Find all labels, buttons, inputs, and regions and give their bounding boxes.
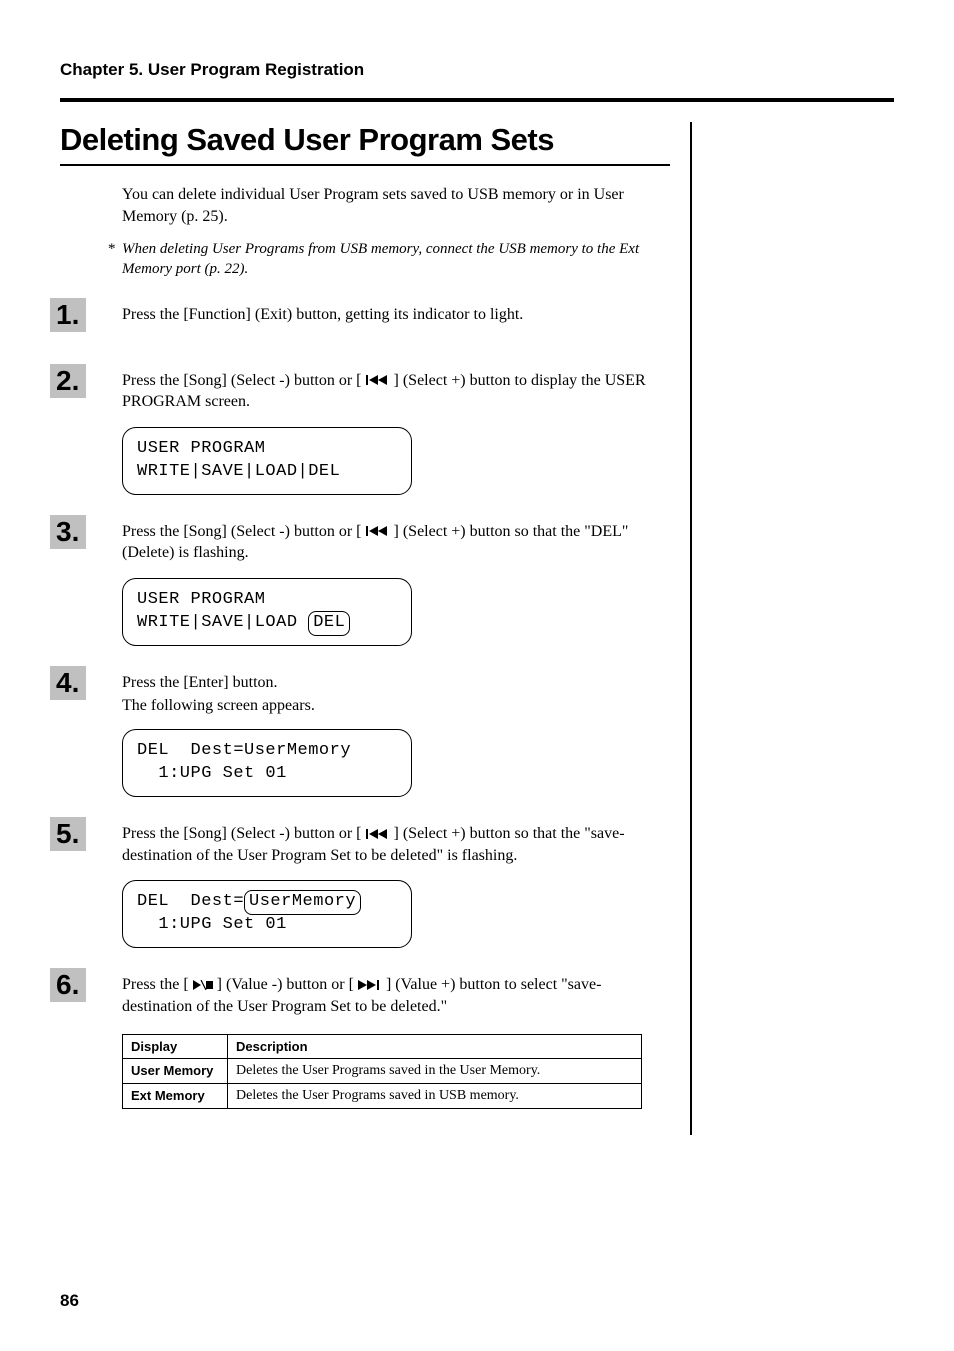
lcd-screen: DEL Dest=UserMemory 1:UPG Set 01 bbox=[122, 880, 412, 948]
step-text-pre: Press the [Song] (Select -) button or [ bbox=[122, 523, 366, 540]
table-cell-display: Ext Memory bbox=[123, 1083, 228, 1108]
lcd-line-2: 1:UPG Set 01 bbox=[137, 763, 397, 786]
asterisk-icon: * bbox=[108, 239, 116, 259]
step-4: 4. Press the [Enter] button. The followi… bbox=[60, 672, 670, 797]
step-number-text: 2. bbox=[50, 364, 79, 397]
divider-top bbox=[60, 98, 894, 102]
lcd-highlight: UserMemory bbox=[244, 890, 361, 915]
step-text: Press the [Enter] button. bbox=[122, 672, 670, 694]
lcd-highlight: DEL bbox=[308, 611, 350, 636]
step-text: Press the [Song] (Select -) button or [ … bbox=[122, 521, 670, 564]
lcd-line-2: 1:UPG Set 01 bbox=[137, 914, 397, 937]
table-cell-description: Deletes the User Programs saved in the U… bbox=[228, 1058, 642, 1083]
step-number-badge: 6. bbox=[50, 968, 90, 1006]
note-text: * When deleting User Programs from USB m… bbox=[122, 239, 670, 280]
step-2: 2. Press the [Song] (Select -) button or… bbox=[60, 370, 670, 495]
step-6: 6. Press the [ ] (Value -) button or [ ]… bbox=[60, 974, 670, 1108]
lcd-line-1: DEL Dest=UserMemory bbox=[137, 740, 397, 763]
step-text-pre: Press the [Song] (Select -) button or [ bbox=[122, 372, 366, 389]
lcd-part: WRITE|SAVE|LOAD bbox=[137, 613, 298, 632]
table-header-description: Description bbox=[228, 1034, 642, 1058]
lcd-line-1: USER PROGRAM bbox=[137, 589, 397, 612]
step-1: 1. Press the [Function] (Exit) button, g… bbox=[60, 304, 670, 344]
step-number-text: 4. bbox=[50, 666, 79, 699]
lcd-line-1: DEL Dest=UserMemory bbox=[137, 891, 397, 914]
table-header-row: Display Description bbox=[123, 1034, 642, 1058]
table-row: User Memory Deletes the User Programs sa… bbox=[123, 1058, 642, 1083]
lcd-line-2: WRITE|SAVE|LOAD|DEL bbox=[137, 461, 397, 484]
content-wrap: Deleting Saved User Program Sets You can… bbox=[60, 122, 894, 1135]
step-number-badge: 1. bbox=[50, 298, 90, 336]
step-text: Press the [Song] (Select -) button or [ … bbox=[122, 823, 670, 866]
intro-text: You can delete individual User Program s… bbox=[122, 184, 670, 227]
rewind-icon bbox=[366, 375, 390, 385]
section-title: Deleting Saved User Program Sets bbox=[60, 122, 670, 166]
main-column: Deleting Saved User Program Sets You can… bbox=[60, 122, 670, 1135]
step-text-pre: Press the [Song] (Select -) button or [ bbox=[122, 825, 366, 842]
step-number-badge: 3. bbox=[50, 515, 90, 553]
table-row: Ext Memory Deletes the User Programs sav… bbox=[123, 1083, 642, 1108]
step-number-text: 5. bbox=[50, 817, 79, 850]
step-text-pre: Press the [ bbox=[122, 976, 193, 993]
lcd-line-2: WRITE|SAVE|LOAD DEL bbox=[137, 612, 397, 635]
step-number-badge: 2. bbox=[50, 364, 90, 402]
lcd-screen: DEL Dest=UserMemory 1:UPG Set 01 bbox=[122, 729, 412, 797]
description-table: Display Description User Memory Deletes … bbox=[122, 1034, 642, 1109]
lcd-line-1: USER PROGRAM bbox=[137, 438, 397, 461]
lcd-screen: USER PROGRAM WRITE|SAVE|LOAD DEL bbox=[122, 578, 412, 646]
step-3: 3. Press the [Song] (Select -) button or… bbox=[60, 521, 670, 646]
step-number-badge: 4. bbox=[50, 666, 90, 704]
rewind-icon bbox=[366, 526, 390, 536]
step-number-text: 3. bbox=[50, 515, 79, 548]
step-number-badge: 5. bbox=[50, 817, 90, 855]
step-number-text: 6. bbox=[50, 968, 79, 1001]
step-5: 5. Press the [Song] (Select -) button or… bbox=[60, 823, 670, 948]
table-header-display: Display bbox=[123, 1034, 228, 1058]
fast-forward-icon bbox=[358, 980, 382, 990]
vertical-divider bbox=[690, 122, 692, 1135]
step-text-mid: ] (Value -) button or [ bbox=[213, 976, 358, 993]
table-cell-description: Deletes the User Programs saved in USB m… bbox=[228, 1083, 642, 1108]
page-number: 86 bbox=[60, 1291, 79, 1311]
chapter-header: Chapter 5. User Program Registration bbox=[60, 60, 894, 80]
step-number-text: 1. bbox=[50, 298, 79, 331]
step-subtext: The following screen appears. bbox=[122, 697, 670, 715]
step-text: Press the [Function] (Exit) button, gett… bbox=[122, 304, 670, 326]
step-text: Press the [Song] (Select -) button or [ … bbox=[122, 370, 670, 413]
rewind-icon bbox=[366, 829, 390, 839]
step-text: Press the [ ] (Value -) button or [ ] (V… bbox=[122, 974, 670, 1017]
table-cell-display: User Memory bbox=[123, 1058, 228, 1083]
lcd-part: DEL Dest= bbox=[137, 892, 244, 911]
play-stop-icon bbox=[193, 980, 213, 990]
lcd-screen: USER PROGRAM WRITE|SAVE|LOAD|DEL bbox=[122, 427, 412, 495]
note-body: When deleting User Programs from USB mem… bbox=[122, 241, 639, 277]
